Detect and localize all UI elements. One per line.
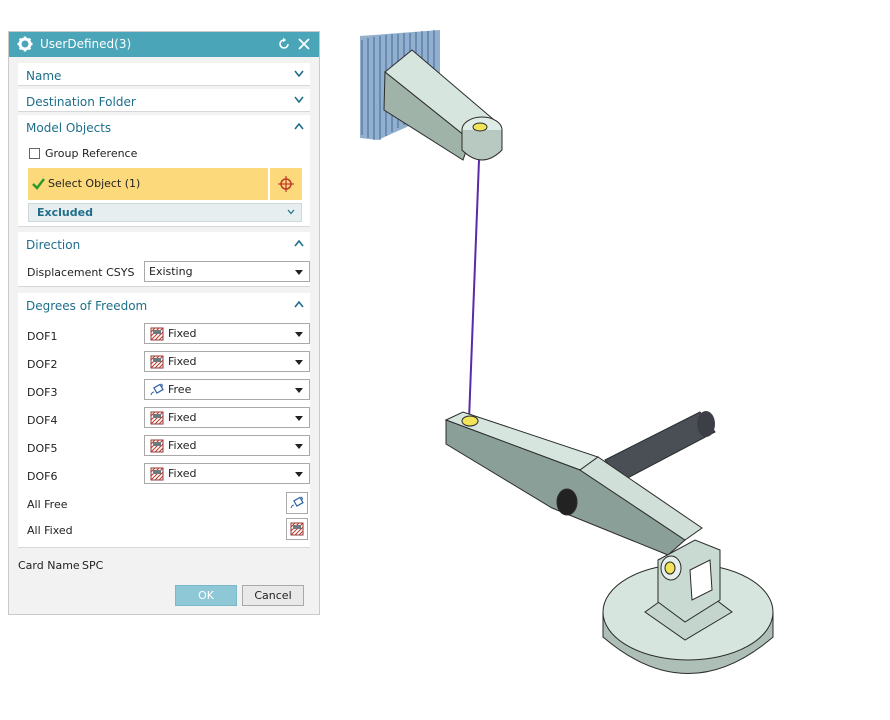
dof1-value: Fixed [168,327,197,340]
upper-bracket [383,49,503,161]
fixed-constraint-icon [150,439,164,453]
section-header-direction: Direction [26,238,81,252]
dropdown-arrow-icon [295,388,303,393]
dropdown-arrow-icon [295,270,303,275]
close-icon[interactable] [297,37,311,51]
cancel-button[interactable]: Cancel [242,585,304,606]
dropdown-arrow-icon [295,472,303,477]
all-fixed-button[interactable] [286,518,308,540]
dof2-label: DOF2 [27,358,58,371]
fixed-constraint-icon [150,411,164,425]
constraint-dialog: UserDefined(3) Name Destination Folder M… [8,31,320,615]
free-constraint-icon [150,383,164,396]
shaft [604,411,716,483]
dof3-label: DOF3 [27,386,58,399]
dropdown-arrow-icon [295,360,303,365]
chevron-down-icon[interactable] [287,209,295,215]
dialog-title: UserDefined(3) [40,37,132,51]
fixed-constraint-icon [150,467,164,481]
dof5-value: Fixed [168,439,197,452]
crosshair-select-button[interactable] [270,168,302,200]
model-view[interactable] [330,0,890,717]
spring-element [468,159,480,421]
group-reference-label: Group Reference [45,147,138,160]
dof6-label: DOF6 [27,470,58,483]
dof6-value: Fixed [168,467,197,480]
dropdown-arrow-icon [295,332,303,337]
degrees-of-freedom-section: Degrees of Freedom DOF1 Fixed DOF2 Fixed… [18,293,310,548]
reset-icon[interactable] [277,37,291,51]
displacement-csys-label: Displacement CSYS [27,266,135,279]
chevron-up-icon[interactable] [294,300,304,308]
dialog-titlebar: UserDefined(3) [9,32,319,57]
free-constraint-icon [290,496,304,509]
dof4-value: Fixed [168,411,197,424]
excluded-subsection[interactable]: Excluded [28,203,302,222]
fixed-constraint-icon [150,327,164,341]
all-fixed-label: All Fixed [27,524,73,537]
chevron-up-icon[interactable] [294,122,304,130]
select-object-bar[interactable]: Select Object (1) [28,168,268,200]
chevron-down-icon[interactable] [294,96,304,104]
base-plate [602,539,774,674]
dof2-value: Fixed [168,355,197,368]
dropdown-arrow-icon [295,416,303,421]
destination-folder-section[interactable]: Destination Folder [18,89,310,112]
all-free-button[interactable] [286,492,308,514]
dof1-label: DOF1 [27,330,58,343]
direction-section: Direction Displacement CSYS Existing [18,232,310,287]
group-reference-row[interactable]: Group Reference [18,140,310,162]
select-object-label: Select Object (1) [48,177,141,190]
gear-icon[interactable] [17,36,33,52]
dof1-select[interactable]: Fixed [144,323,310,344]
section-header-destination: Destination Folder [26,95,136,109]
dof5-label: DOF5 [27,442,58,455]
dropdown-arrow-icon [295,444,303,449]
name-section[interactable]: Name [18,63,310,86]
dof2-select[interactable]: Fixed [144,351,310,372]
card-name-label: Card Name [18,559,80,572]
excluded-label: Excluded [37,206,93,219]
dof5-select[interactable]: Fixed [144,435,310,456]
graphics-viewport[interactable] [330,0,890,717]
model-objects-section: Model Objects Group Reference Select Obj… [18,115,310,227]
card-name-value: SPC [82,559,104,572]
displacement-csys-value: Existing [149,265,193,278]
group-reference-checkbox[interactable] [29,148,40,159]
dof3-value: Free [168,383,192,396]
ok-button[interactable]: OK [175,585,237,606]
fixed-constraint-icon [150,355,164,369]
chevron-up-icon[interactable] [294,239,304,247]
dof4-label: DOF4 [27,414,58,427]
fixed-constraint-icon [290,522,304,536]
displacement-csys-select[interactable]: Existing [144,261,310,282]
section-header-name: Name [26,69,62,83]
dof4-select[interactable]: Fixed [144,407,310,428]
dof3-select[interactable]: Free [144,379,310,400]
section-header-dof: Degrees of Freedom [26,299,148,313]
all-free-label: All Free [27,498,68,511]
crosshair-icon [278,176,294,192]
section-header-model-objects: Model Objects [26,121,112,135]
checkmark-icon [32,178,45,190]
chevron-down-icon[interactable] [294,70,304,78]
dof6-select[interactable]: Fixed [144,463,310,484]
